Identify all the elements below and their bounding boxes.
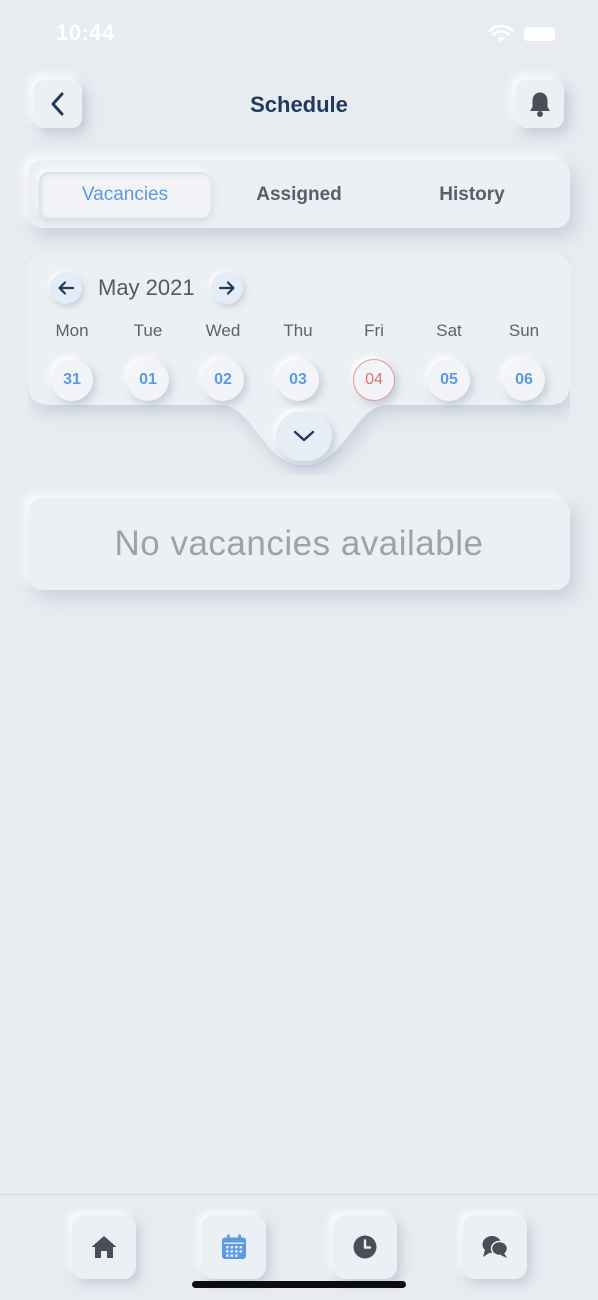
tab-assigned[interactable]: Assigned (213, 172, 385, 218)
day-name: Sat (436, 321, 462, 340)
date-button[interactable]: 02 (202, 359, 244, 401)
date-button[interactable]: 06 (503, 359, 545, 401)
day-name: Tue (133, 321, 163, 340)
calendar-icon (222, 1234, 246, 1259)
arrow-left-icon (58, 281, 75, 295)
nav-chat-button[interactable] (463, 1215, 527, 1279)
page-title: Schedule (250, 92, 348, 117)
arrow-right-icon (218, 281, 235, 295)
expand-calendar-button[interactable] (276, 411, 332, 461)
notifications-button[interactable] (516, 80, 564, 128)
day-name: Wed (205, 321, 241, 340)
nav-history-button[interactable] (333, 1215, 397, 1279)
date-button[interactable]: 05 (428, 359, 470, 401)
home-indicator (192, 1281, 406, 1288)
home-icon (91, 1236, 117, 1258)
clock-icon (353, 1235, 377, 1259)
week-calendar: May 2021 Mon Tue Wed Thu Fri Sat Sun 31 … (28, 255, 570, 475)
date-button-today[interactable]: 04 (353, 359, 395, 401)
status-time: 10:44 (56, 20, 115, 45)
bell-icon (530, 92, 550, 117)
schedule-tabs: Vacancies Assigned History (28, 160, 570, 228)
date-button[interactable]: 01 (127, 359, 169, 401)
chat-icon (482, 1236, 509, 1258)
wifi-icon (488, 24, 514, 42)
tab-history[interactable]: History (386, 172, 558, 218)
chevron-down-icon (293, 430, 315, 442)
empty-state-card: No vacancies available (28, 498, 570, 590)
empty-state-message: No vacancies available (114, 524, 484, 563)
month-selector: May 2021 (50, 271, 243, 305)
day-name: Fri (364, 321, 384, 340)
day-name: Thu (283, 321, 313, 340)
schedule-screen: 10:44 Schedule Vacancies Assigned Histor… (0, 0, 598, 1300)
nav-home-button[interactable] (72, 1215, 136, 1279)
prev-week-button[interactable] (50, 272, 82, 304)
day-name: Sun (508, 321, 540, 340)
next-week-button[interactable] (210, 272, 243, 304)
battery-icon (524, 27, 555, 41)
month-label: May 2021 (98, 275, 195, 300)
date-button[interactable]: 31 (51, 359, 93, 401)
day-name: Mon (55, 321, 89, 340)
date-button[interactable]: 03 (277, 359, 319, 401)
tab-vacancies[interactable]: Vacancies (39, 172, 211, 218)
nav-calendar-button[interactable] (202, 1215, 266, 1279)
